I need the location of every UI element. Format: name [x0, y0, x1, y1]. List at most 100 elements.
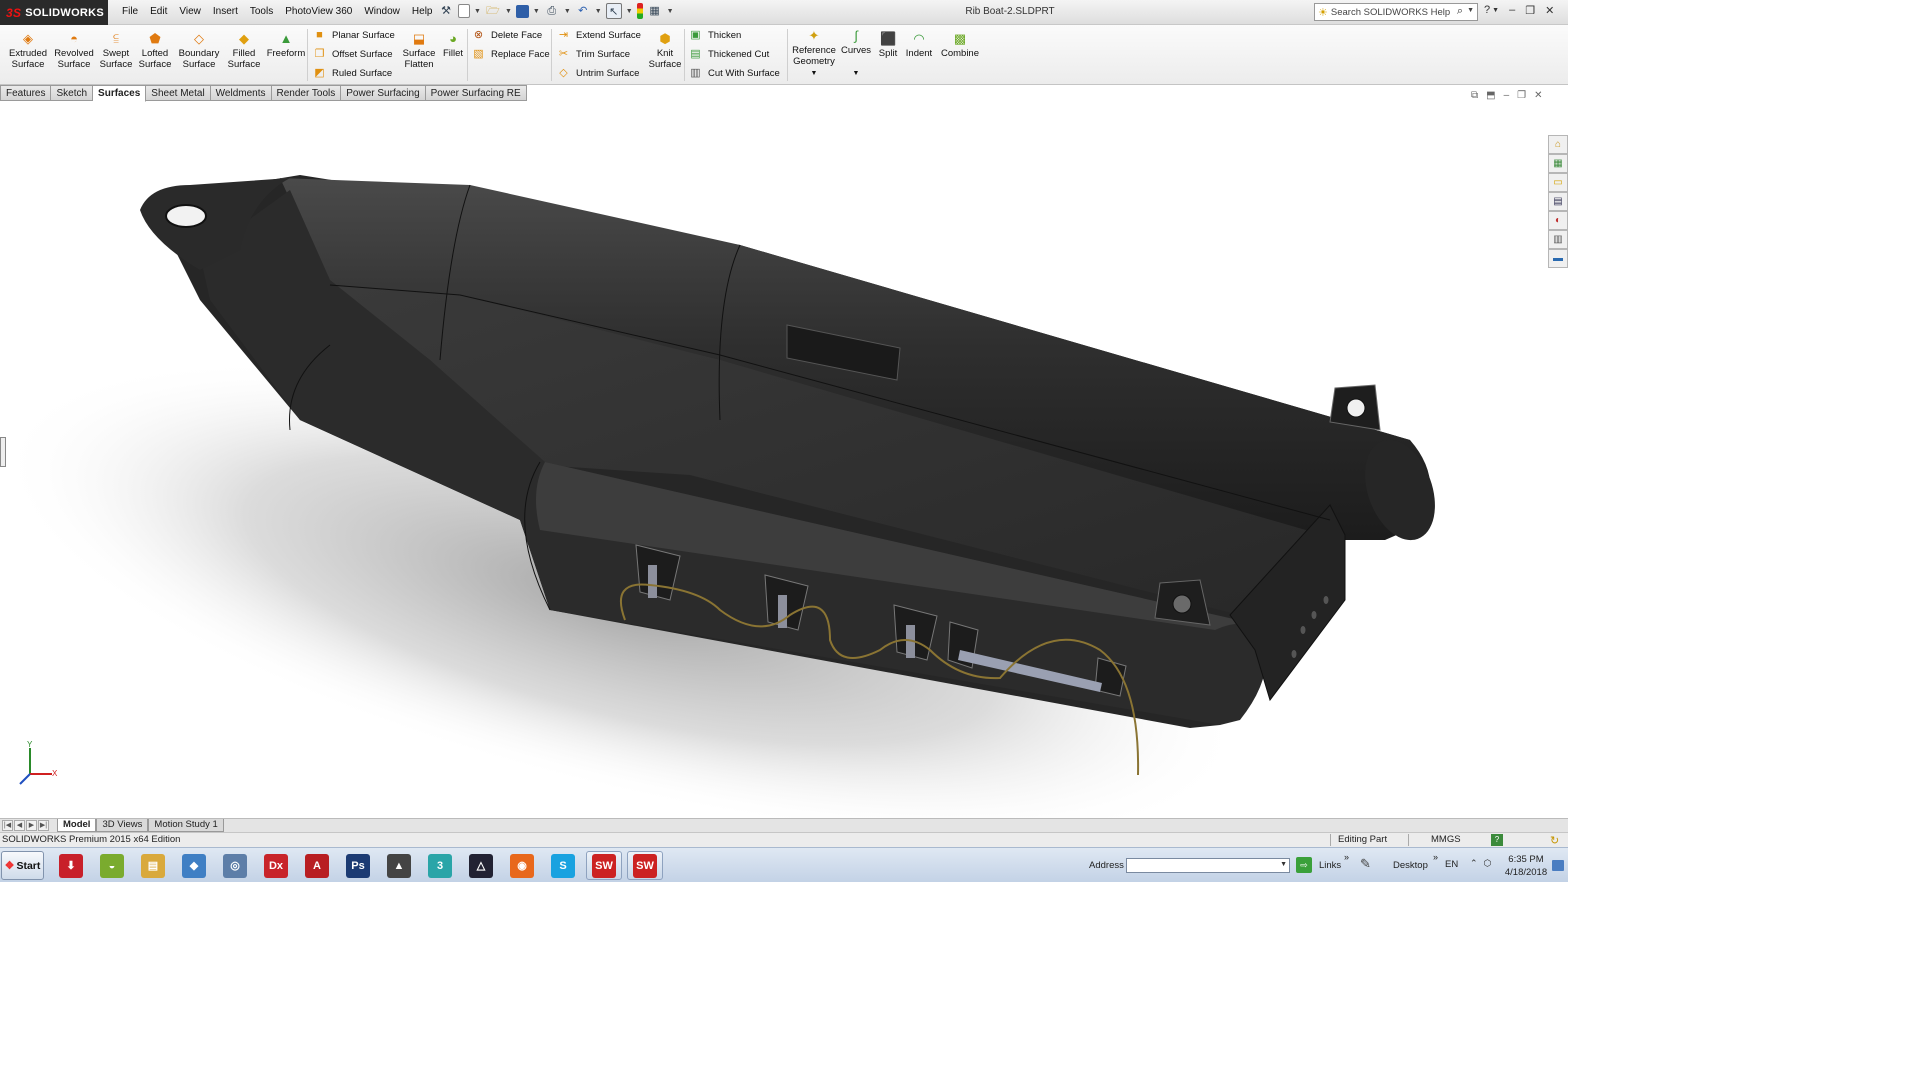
viewport-minimize-icon[interactable]: – — [1504, 90, 1510, 101]
open-folder-icon[interactable]: 🗁 — [485, 3, 501, 19]
save-dropdown-icon[interactable]: ▼ — [533, 8, 540, 15]
tab-weldments[interactable]: Weldments — [210, 85, 272, 101]
split-button[interactable]: ⬛ Split — [874, 31, 902, 60]
help-icon[interactable]: ? — [1484, 4, 1490, 17]
design-library-icon[interactable]: ▦ — [1548, 154, 1568, 173]
tab-sketch[interactable]: Sketch — [51, 85, 94, 101]
boundary-surface-button[interactable]: ◇ Boundary Surface — [176, 31, 222, 70]
menu-window[interactable]: Window — [358, 5, 406, 18]
rebuild-traffic-light-icon[interactable] — [636, 3, 643, 19]
menu-view[interactable]: View — [173, 5, 207, 18]
taskbar-photoshop[interactable]: Ps — [340, 851, 376, 880]
first-tab-arrow-icon[interactable]: |◀ — [2, 820, 13, 831]
desktop-chevron-icon[interactable]: » — [1433, 852, 1438, 862]
print-dropdown-icon[interactable]: ▼ — [564, 8, 571, 15]
taskbar-acrobat[interactable]: A — [299, 851, 335, 880]
menu-edit[interactable]: Edit — [144, 5, 173, 18]
units-label[interactable]: MMGS — [1431, 834, 1461, 845]
combine-button[interactable]: ▩ Combine — [938, 31, 982, 60]
delete-face-button[interactable]: ⊗ Delete Face — [471, 26, 542, 44]
language-indicator[interactable]: EN — [1445, 859, 1458, 870]
menu-file[interactable]: File — [116, 5, 144, 18]
boat-model[interactable] — [0, 102, 1568, 841]
start-button[interactable]: ❖ Start — [1, 851, 44, 880]
tab-power-surfacing-re[interactable]: Power Surfacing RE — [425, 85, 527, 101]
desktop-label[interactable]: Desktop — [1393, 860, 1428, 871]
undo-icon[interactable]: ↶ — [575, 3, 591, 19]
taskbar-app-3[interactable]: 3 — [422, 851, 458, 880]
pin-icon[interactable]: ⚒ — [438, 3, 454, 19]
properties-dropdown-icon[interactable]: ▼ — [667, 8, 674, 15]
address-input[interactable]: ▼ — [1126, 858, 1290, 873]
taskbar-firefox[interactable]: ◉ — [504, 851, 540, 880]
address-go-icon[interactable]: ⇨ — [1296, 857, 1312, 873]
taskbar-file-explorer[interactable]: ▤ — [135, 851, 171, 880]
print-icon[interactable]: ⎙ — [544, 3, 560, 19]
thicken-button[interactable]: ▣ Thicken — [688, 26, 741, 44]
cut-with-surface-button[interactable]: ▥ Cut With Surface — [688, 64, 780, 82]
tab-3d-views[interactable]: 3D Views — [96, 819, 149, 832]
offset-surface-button[interactable]: ❐ Offset Surface — [312, 45, 393, 63]
search-help-input[interactable]: ☀ Search SOLIDWORKS Help ⌕ ▼ — [1314, 3, 1478, 21]
taskbar-app-spiral[interactable]: ◎ — [217, 851, 253, 880]
extruded-surface-button[interactable]: ◈ Extruded Surface — [6, 31, 50, 70]
search-icon[interactable]: ⌕ — [1457, 5, 1463, 18]
action-center-icon[interactable] — [1552, 860, 1564, 871]
curves-dropdown-icon[interactable]: ▼ — [840, 69, 872, 80]
freeform-button[interactable]: ▲ Freeform — [265, 31, 307, 60]
revolved-surface-button[interactable]: ◓ Revolved Surface — [52, 31, 96, 70]
split-view-icon[interactable]: ⬒ — [1486, 90, 1495, 101]
tab-sheet-metal[interactable]: Sheet Metal — [146, 85, 211, 101]
save-icon[interactable] — [515, 4, 529, 18]
reference-geometry-button[interactable]: ✦ Reference Geometry ▼ — [789, 28, 839, 80]
feature-manager-handle[interactable] — [0, 437, 6, 467]
new-document-icon[interactable] — [458, 4, 470, 18]
viewport-close-icon[interactable]: ✕ — [1534, 90, 1542, 101]
ruled-surface-button[interactable]: ◩ Ruled Surface — [312, 64, 392, 82]
tab-surfaces[interactable]: Surfaces — [93, 85, 147, 102]
taskbar-download-app[interactable]: ⬇ — [53, 851, 89, 880]
system-clock[interactable]: 6:35 PM 4/18/2018 — [1498, 853, 1554, 879]
menu-tools[interactable]: Tools — [244, 5, 279, 18]
new-dropdown-icon[interactable]: ▼ — [474, 8, 481, 15]
graphics-area[interactable]: Y X — [0, 102, 1568, 841]
select-arrow-icon[interactable]: ↖ — [605, 3, 622, 19]
help-dropdown-icon[interactable]: ▼ — [1492, 7, 1499, 17]
links-edit-icon[interactable]: ✎ — [1360, 856, 1371, 872]
quick-tips-icon[interactable]: ? — [1491, 834, 1503, 846]
tab-render-tools[interactable]: Render Tools — [271, 85, 342, 101]
indent-button[interactable]: ◠ Indent — [902, 31, 936, 60]
taskbar-app-rhino[interactable]: ▲ — [381, 851, 417, 880]
surface-flatten-button[interactable]: ⬓ Surface Flatten — [400, 31, 438, 70]
file-properties-icon[interactable]: ▦ — [647, 3, 663, 19]
untrim-surface-button[interactable]: ◇ Untrim Surface — [556, 64, 639, 82]
replace-face-button[interactable]: ▧ Replace Face — [471, 45, 549, 63]
search-dropdown-icon[interactable]: ▼ — [1467, 7, 1474, 14]
dropbox-icon[interactable]: ⬡ — [1484, 858, 1492, 869]
tab-features[interactable]: Features — [0, 85, 52, 101]
tab-model[interactable]: Model — [57, 819, 97, 832]
tile-view-icon[interactable]: ⧉ — [1471, 90, 1478, 101]
links-label[interactable]: Links — [1319, 860, 1341, 871]
solidworks-logo[interactable]: 3S SOLIDWORKS — [0, 0, 108, 25]
custom-properties-icon[interactable]: ▥ — [1548, 230, 1568, 249]
prev-tab-arrow-icon[interactable]: ◀ — [14, 820, 25, 831]
tray-expand-icon[interactable]: ⌃ — [1470, 858, 1478, 869]
forum-icon[interactable]: ▬ — [1548, 249, 1568, 268]
planar-surface-button[interactable]: ■ Planar Surface — [312, 26, 395, 44]
filled-surface-button[interactable]: ◆ Filled Surface — [224, 31, 264, 70]
fillet-button[interactable]: ◕ Fillet — [440, 31, 466, 60]
address-dropdown-icon[interactable]: ▼ — [1280, 861, 1287, 868]
menu-insert[interactable]: Insert — [207, 5, 244, 18]
restore-icon[interactable]: ❐ — [1525, 4, 1535, 17]
select-dropdown-icon[interactable]: ▼ — [626, 8, 633, 15]
trim-surface-button[interactable]: ✂ Trim Surface — [556, 45, 630, 63]
curves-button[interactable]: ∫ Curves ▼ — [840, 28, 872, 79]
extend-surface-button[interactable]: ⇥ Extend Surface — [556, 26, 641, 44]
knit-surface-button[interactable]: ⬢ Knit Surface — [646, 31, 684, 70]
next-tab-arrow-icon[interactable]: ▶ — [26, 820, 37, 831]
tab-power-surfacing[interactable]: Power Surfacing — [341, 85, 426, 101]
tab-motion-study[interactable]: Motion Study 1 — [148, 819, 224, 832]
links-chevron-icon[interactable]: » — [1344, 852, 1349, 862]
undo-dropdown-icon[interactable]: ▼ — [595, 8, 602, 15]
